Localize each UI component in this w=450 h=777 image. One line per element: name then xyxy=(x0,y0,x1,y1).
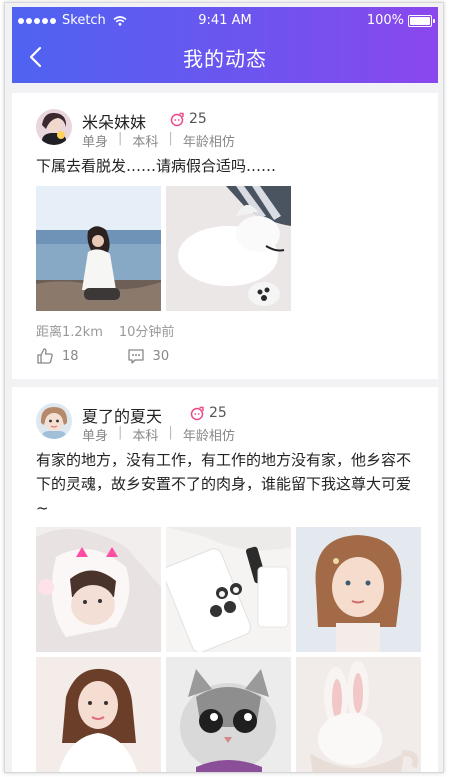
age-value: 25 xyxy=(209,405,227,421)
post-card[interactable]: 夏了的夏天 25 单身 | 本科 | 年龄相仿 有家的地方，没有工作，有工作的地… xyxy=(12,387,438,772)
status-bar: Sketch 9:41 AM 100% xyxy=(12,13,438,31)
female-gender-icon xyxy=(170,112,184,127)
phone-frame: Sketch 9:41 AM 100% 我的动态 米朵妹妹 25 单身 | 本科… xyxy=(4,2,444,773)
tag-education: 本科 xyxy=(132,429,159,444)
post-photo-girl-hoodie[interactable] xyxy=(36,527,161,652)
app-header: Sketch 9:41 AM 100% 我的动态 xyxy=(12,7,438,83)
user-tags: 单身 | 本科 | 年龄相仿 xyxy=(82,131,235,150)
tag-separator: | xyxy=(168,425,173,440)
post-text: 有家的地方，没有工作，有工作的地方没有家，他乡容不下的灵魂，故乡安置不了的肉身，… xyxy=(36,451,412,517)
user-name[interactable]: 米朵妹妹 xyxy=(82,109,146,133)
tag-separator: | xyxy=(168,131,173,146)
nav-bar: 我的动态 xyxy=(12,35,438,79)
gender-age-badge: 25 xyxy=(189,405,227,421)
distance-label: 距离1.2km xyxy=(36,325,103,340)
female-gender-icon xyxy=(190,406,204,421)
post-photo-girl-sweater[interactable] xyxy=(36,657,161,772)
page-title: 我的动态 xyxy=(183,47,267,71)
avatar[interactable] xyxy=(36,403,72,439)
post-photo-girl-portrait[interactable] xyxy=(296,527,421,652)
comment-button[interactable]: 30 xyxy=(127,347,170,365)
tag-education: 本科 xyxy=(132,135,159,150)
post-card[interactable]: 米朵妹妹 25 单身 | 本科 | 年龄相仿 下属去看脱发……请病假合适吗…… xyxy=(12,93,438,379)
post-photo-bunny-cup[interactable] xyxy=(296,657,421,772)
post-photo-phone-case[interactable] xyxy=(166,527,291,652)
post-meta: 距离1.2km 10分钟前 xyxy=(36,321,174,340)
post-photo-kitten[interactable] xyxy=(166,657,291,772)
user-name[interactable]: 夏了的夏天 xyxy=(82,403,162,427)
gender-age-badge: 25 xyxy=(169,111,207,127)
post-photo-beach[interactable] xyxy=(36,186,161,311)
post-actions: 18 30 xyxy=(36,347,169,365)
age-value: 25 xyxy=(189,111,207,127)
comment-icon xyxy=(127,349,144,364)
tag-single: 单身 xyxy=(82,135,109,150)
tag-age-match: 年龄相仿 xyxy=(182,135,235,150)
tag-separator: | xyxy=(118,425,123,440)
tag-separator: | xyxy=(118,131,123,146)
thumbs-up-icon xyxy=(37,348,53,364)
user-tags: 单身 | 本科 | 年龄相仿 xyxy=(82,425,235,444)
battery-percent: 100% xyxy=(366,13,404,28)
post-time-label: 10分钟前 xyxy=(118,325,175,340)
status-right: 100% xyxy=(366,13,435,28)
battery-icon xyxy=(408,14,435,27)
like-count: 18 xyxy=(62,348,79,364)
comment-count: 30 xyxy=(152,348,170,364)
post-text: 下属去看脱发……请病假合适吗…… xyxy=(36,157,277,175)
tag-single: 单身 xyxy=(82,429,109,444)
post-photo-puppy[interactable] xyxy=(166,186,291,311)
tag-age-match: 年龄相仿 xyxy=(182,429,235,444)
like-button[interactable]: 18 xyxy=(36,347,79,365)
avatar[interactable] xyxy=(36,109,72,145)
